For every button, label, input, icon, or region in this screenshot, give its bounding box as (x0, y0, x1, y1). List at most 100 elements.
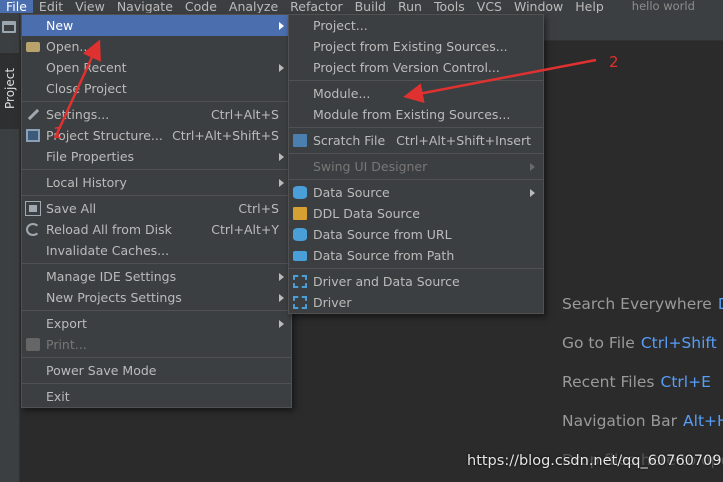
menu-build[interactable]: Build (349, 0, 392, 13)
file-menu-exit[interactable]: Exit (22, 386, 291, 407)
new-data-source-from-url[interactable]: Data Source from URL (289, 224, 543, 245)
menu-run[interactable]: Run (392, 0, 428, 13)
annotation-label-1: 1 (53, 124, 63, 142)
file-menu-export[interactable]: Export (22, 313, 291, 334)
menu-item-shortcut: Ctrl+Alt+Shift+Insert (396, 133, 531, 148)
hint-label: Recent Files (562, 373, 655, 391)
menu-item-shortcut: Ctrl+Alt+Y (211, 222, 279, 237)
new-project-from-existing-sources[interactable]: Project from Existing Sources... (289, 36, 543, 57)
menu-navigate[interactable]: Navigate (111, 0, 179, 13)
menu-file[interactable]: File (0, 0, 33, 13)
menu-item-label: Manage IDE Settings (46, 269, 177, 284)
file-menu-invalidate-caches[interactable]: Invalidate Caches... (22, 240, 291, 261)
menu-item-label: Scratch File (313, 133, 386, 148)
new-ddl-data-source[interactable]: DDL Data Source (289, 203, 543, 224)
menu-window[interactable]: Window (508, 0, 569, 13)
menu-item-label: Project... (313, 18, 368, 33)
driver-icon (293, 296, 307, 309)
file-menu-open-recent[interactable]: Open Recent (22, 57, 291, 78)
hint-recent-files: Recent Files Ctrl+E (562, 372, 723, 411)
new-module[interactable]: Module... (289, 83, 543, 104)
ddl-icon (293, 207, 307, 220)
submenu-arrow-icon (279, 294, 284, 302)
menu-item-label: Driver and Data Source (313, 274, 460, 289)
hint-navigation-bar: Navigation Bar Alt+H (562, 411, 723, 450)
database-url-icon (293, 228, 307, 241)
menu-item-label: Print... (46, 337, 87, 352)
new-project[interactable]: Project... (289, 15, 543, 36)
menu-tools[interactable]: Tools (428, 0, 471, 13)
new-driver-and-data-source[interactable]: Driver and Data Source (289, 271, 543, 292)
menu-item-label: Project from Version Control... (313, 60, 500, 75)
hint-label: Search Everywhere (562, 295, 712, 313)
menu-item-shortcut: Ctrl+Alt+S (210, 107, 279, 122)
annotation-label-2: 2 (609, 53, 619, 71)
hint-label: Go to File (562, 334, 635, 352)
menu-item-label: Swing UI Designer (313, 159, 428, 174)
menu-item-label: Local History (46, 175, 127, 190)
project-structure-icon (26, 129, 40, 142)
menu-item-shortcut: Ctrl+S (238, 201, 279, 216)
file-menu-local-history[interactable]: Local History (22, 172, 291, 193)
menu-edit[interactable]: Edit (33, 0, 69, 13)
new-module-from-existing-sources[interactable]: Module from Existing Sources... (289, 104, 543, 125)
database-icon (293, 186, 307, 199)
submenu-arrow-icon (530, 163, 535, 171)
project-tab-label: Project (3, 67, 17, 109)
menu-item-label: Module from Existing Sources... (313, 107, 511, 122)
submenu-arrow-icon (279, 320, 284, 328)
file-menu-manage-ide-settings[interactable]: Manage IDE Settings (22, 266, 291, 287)
file-menu-reload-all[interactable]: Reload All from Disk Ctrl+Alt+Y (22, 219, 291, 240)
file-menu-close-project[interactable]: Close Project (22, 78, 291, 99)
submenu-arrow-icon (279, 273, 284, 281)
print-icon (26, 338, 40, 351)
menu-item-label: Project Structure... (46, 128, 163, 143)
menu-analyze[interactable]: Analyze (223, 0, 284, 13)
new-swing-ui-designer[interactable]: Swing UI Designer (289, 156, 543, 177)
file-menu-new-projects-settings[interactable]: New Projects Settings (22, 287, 291, 308)
new-driver[interactable]: Driver (289, 292, 543, 313)
new-project-from-version-control[interactable]: Project from Version Control... (289, 57, 543, 78)
menu-item-label: Driver (313, 295, 352, 310)
menu-item-label: New Projects Settings (46, 290, 182, 305)
file-menu-new[interactable]: New (22, 15, 291, 36)
wrench-icon (27, 108, 40, 121)
file-menu-open[interactable]: Open... (22, 36, 291, 57)
file-menu-settings[interactable]: Settings... Ctrl+Alt+S (22, 104, 291, 125)
new-data-source[interactable]: Data Source (289, 182, 543, 203)
menu-item-label: Close Project (46, 81, 127, 96)
submenu-arrow-icon (279, 22, 284, 30)
menu-item-shortcut: Ctrl+Alt+Shift+S (172, 128, 279, 143)
file-menu-save-all[interactable]: Save All Ctrl+S (22, 198, 291, 219)
file-menu-power-save-mode[interactable]: Power Save Mode (22, 360, 291, 381)
tool-window-icon[interactable] (2, 21, 16, 33)
submenu-arrow-icon (279, 179, 284, 187)
new-submenu: Project... Project from Existing Sources… (288, 14, 544, 314)
file-menu-file-properties[interactable]: File Properties (22, 146, 291, 167)
file-menu-print[interactable]: Print... (22, 334, 291, 355)
menu-help[interactable]: Help (569, 0, 610, 13)
submenu-arrow-icon (530, 189, 535, 197)
menu-item-label: Settings... (46, 107, 110, 122)
database-folder-icon (293, 251, 307, 261)
menu-vcs[interactable]: VCS (471, 0, 508, 13)
menu-item-label: Module... (313, 86, 371, 101)
hint-shortcut: Ctrl+E (660, 373, 711, 391)
menu-item-label: Data Source (313, 185, 390, 200)
project-tool-tab[interactable]: Project (0, 53, 19, 129)
submenu-arrow-icon (279, 64, 284, 72)
menu-item-label: Export (46, 316, 87, 331)
hint-shortcut: Ctrl+Shift (640, 334, 717, 352)
reload-icon (26, 223, 40, 236)
menu-item-label: File Properties (46, 149, 135, 164)
menu-view[interactable]: View (69, 0, 111, 13)
project-name: hello world (631, 0, 695, 13)
menu-refactor[interactable]: Refactor (284, 0, 348, 13)
menu-code[interactable]: Code (179, 0, 223, 13)
menu-item-label: Open... (46, 39, 92, 54)
menu-item-label: DDL Data Source (313, 206, 420, 221)
new-data-source-from-path[interactable]: Data Source from Path (289, 245, 543, 266)
menu-item-label: Open Recent (46, 60, 127, 75)
menu-item-label: Data Source from Path (313, 248, 455, 263)
new-scratch-file[interactable]: Scratch File Ctrl+Alt+Shift+Insert (289, 130, 543, 151)
